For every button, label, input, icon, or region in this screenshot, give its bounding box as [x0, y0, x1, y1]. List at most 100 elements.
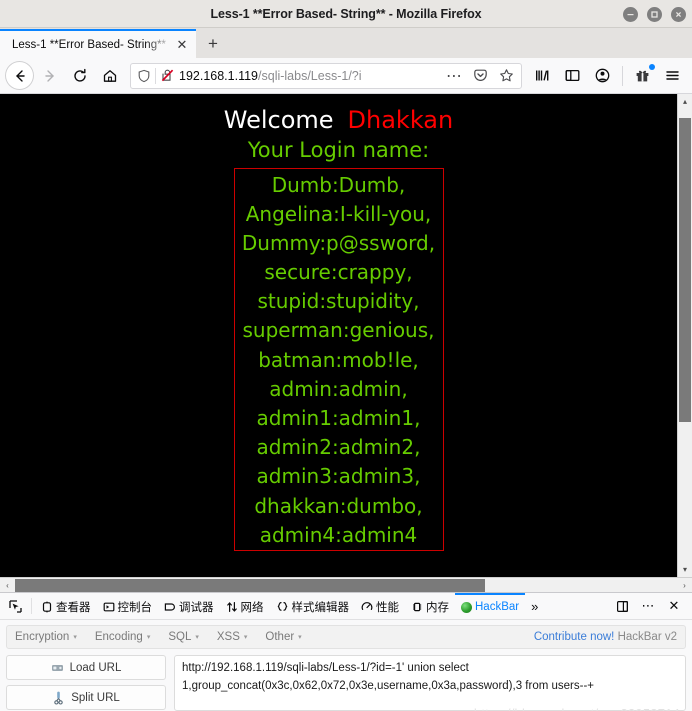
hackbar-menu-label: XSS [216, 631, 240, 643]
contribute-link[interactable]: Contribute now! [534, 631, 615, 643]
hackbar-menu-encryption[interactable]: Encryption ▾ [15, 631, 77, 643]
devtools-tab-inspector[interactable]: 查看器 [35, 593, 97, 619]
style-editor-icon [276, 601, 289, 613]
console-icon [103, 601, 115, 613]
navigation-toolbar: 192.168.1.119/sqli-labs/Less-1/?i ⋯ [0, 58, 692, 94]
maximize-button[interactable] [647, 6, 662, 22]
result-row: dhakkan:dumbo, [254, 493, 423, 518]
scroll-left-icon[interactable]: ‹ [0, 578, 15, 593]
element-picker-icon[interactable] [2, 593, 28, 619]
chevron-down-icon: ▾ [146, 634, 151, 641]
split-url-icon [52, 691, 65, 705]
network-icon [226, 601, 238, 613]
forward-button [35, 61, 64, 90]
back-button[interactable] [5, 61, 34, 90]
vertical-scroll-thumb[interactable] [679, 118, 691, 422]
window-title: Less-1 **Error Based- String** - Mozilla… [210, 6, 482, 21]
url-bar[interactable]: 192.168.1.119/sqli-labs/Less-1/?i ⋯ [130, 62, 522, 89]
devtools-tab-network[interactable]: 网络 [220, 593, 270, 619]
dock-icon[interactable] [610, 593, 634, 619]
horizontal-scrollbar[interactable]: ‹ › [0, 577, 692, 592]
new-tab-button[interactable]: + [196, 29, 230, 58]
devtools-tab-label: 性能 [376, 602, 399, 614]
tab-strip: Less-1 **Error Based- String** ✕ + [0, 28, 692, 58]
url-text[interactable]: 192.168.1.119/sqli-labs/Less-1/?i [179, 69, 439, 83]
load-url-icon [51, 661, 64, 674]
devtools-divider [31, 598, 32, 614]
hackbar-version-area: Contribute now! HackBar v2 [534, 631, 677, 643]
devtools-close-icon[interactable]: ✕ [662, 593, 686, 619]
pocket-icon[interactable] [469, 65, 491, 87]
shield-icon[interactable] [137, 69, 151, 83]
insecure-connection-icon[interactable] [160, 68, 175, 83]
debugger-icon [164, 601, 176, 613]
result-row: stupid:stupidity, [257, 289, 420, 314]
hackbar-menu-encoding[interactable]: Encoding ▾ [95, 631, 150, 643]
url-host: 192.168.1.119 [179, 68, 259, 83]
hackbar-menu-other[interactable]: Other ▾ [265, 631, 301, 643]
devtools-tab-label: 控制台 [117, 602, 153, 614]
page-actions-icon[interactable]: ⋯ [443, 65, 465, 87]
result-row: admin2:admin2, [256, 435, 421, 460]
devtools-tab-memory[interactable]: 内存 [405, 593, 455, 619]
hackbar-menu-label: Encryption [15, 631, 70, 643]
hackbar-menu-bar: Encryption ▾ Encoding ▾ SQL ▾ XSS ▾ Othe… [6, 625, 686, 649]
hackbar-menu-label: Encoding [94, 631, 143, 643]
devtools-tab-debugger[interactable]: 调试器 [158, 593, 220, 619]
result-row: admin1:admin1, [256, 406, 421, 431]
devtools-overflow-icon[interactable]: » [525, 593, 544, 619]
bookmark-star-icon[interactable] [495, 65, 517, 87]
devtools-tab-label: 调试器 [179, 602, 214, 614]
app-menu-button[interactable] [658, 61, 687, 90]
close-button[interactable] [671, 6, 686, 22]
url-input[interactable] [174, 655, 686, 711]
hackbar-menu-label: SQL [168, 631, 192, 643]
scroll-up-icon[interactable]: ▴ [678, 94, 692, 109]
scroll-right-icon[interactable]: › [677, 578, 692, 593]
devtools-tab-console[interactable]: 控制台 [97, 593, 159, 619]
vertical-scroll-track[interactable] [678, 109, 692, 562]
vertical-scrollbar[interactable]: ▴ ▾ [677, 94, 692, 577]
sidebar-icon[interactable] [558, 61, 587, 90]
chevron-down-icon: ▾ [73, 634, 77, 641]
devtools-more-icon[interactable]: ⋯ [636, 593, 660, 619]
minimize-button[interactable] [623, 6, 638, 22]
account-icon[interactable] [588, 61, 617, 90]
hackbar-menu-xss[interactable]: XSS ▾ [217, 631, 248, 643]
hackbar-version-label: HackBar v2 [617, 631, 677, 643]
home-button[interactable] [95, 61, 124, 90]
window-titlebar: Less-1 **Error Based- String** - Mozilla… [0, 0, 692, 28]
load-url-button[interactable]: Load URL [6, 655, 166, 680]
result-row: admin3:admin3, [256, 464, 421, 489]
devtools-tab-hackbar[interactable]: HackBar [455, 593, 526, 619]
scroll-down-icon[interactable]: ▾ [678, 562, 692, 577]
gift-icon[interactable] [628, 61, 657, 90]
hackbar-menu-sql[interactable]: SQL ▾ [168, 631, 199, 643]
split-url-button[interactable]: Split URL [6, 685, 166, 710]
inspector-icon [41, 601, 53, 613]
window-controls [623, 0, 686, 28]
close-icon[interactable]: ✕ [174, 37, 190, 53]
toolbar-divider [622, 65, 623, 86]
chevron-down-icon: ▾ [298, 634, 302, 641]
welcome-heading: Welcome Dhakkan [0, 106, 677, 135]
devtools-tab-label: 网络 [240, 602, 264, 614]
hackbar-menu-label: Other [265, 631, 295, 643]
horizontal-scroll-track[interactable] [15, 578, 677, 593]
tab-title: Less-1 **Error Based- String** [12, 38, 167, 51]
result-row: batman:mob!le, [258, 347, 419, 372]
reload-button[interactable] [65, 61, 94, 90]
sql-result-box: Dumb:Dumb, Angelina:I-kill-you, Dummy:p@… [233, 167, 444, 551]
horizontal-scroll-thumb[interactable] [15, 578, 485, 592]
browser-tab[interactable]: Less-1 **Error Based- String** ✕ [0, 29, 196, 58]
url-separator [155, 67, 156, 84]
library-icon[interactable] [528, 61, 557, 90]
hackbar-url-area: https://blog.csdn.net/qq_33958714 [174, 655, 686, 711]
result-row: admin4:admin4 [259, 522, 418, 547]
devtools-tab-style-editor[interactable]: 样式编辑器 [270, 593, 356, 619]
load-url-label: Load URL [69, 661, 122, 674]
devtools-tab-performance[interactable]: 性能 [355, 593, 405, 619]
result-row: Angelina:I-kill-you, [245, 201, 432, 226]
result-row: Dummy:p@ssword, [241, 230, 436, 255]
hackbar-body: Load URL Split URL https://blog.csdn.net… [0, 649, 692, 711]
